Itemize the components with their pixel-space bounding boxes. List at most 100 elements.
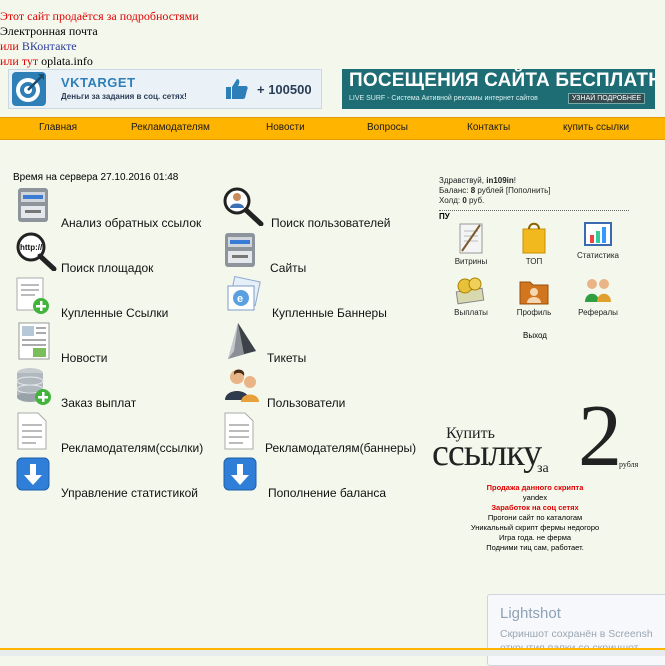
menu-users[interactable]: Пользователи: [222, 366, 422, 410]
menu-label: Пользователи: [267, 396, 346, 410]
menu-label: Поиск площадок: [61, 261, 154, 275]
menu-sites[interactable]: Сайты: [222, 231, 422, 275]
target-icon: [12, 72, 46, 106]
menu-label: Анализ обратных ссылок: [61, 216, 202, 230]
lightshot-message: Скриншот сохранён в Screensh: [500, 628, 653, 640]
nav-home[interactable]: Главная: [39, 122, 77, 133]
menu-label: Рекламодателям(ссылки): [61, 441, 204, 455]
menu-user-search[interactable]: Поиск пользователей: [222, 186, 422, 230]
livesurf-title: ПОСЕЩЕНИЯ САЙТА БЕСПЛАТНО: [349, 70, 655, 91]
vk-line: или ВКонтакте: [0, 39, 77, 54]
promo-line[interactable]: Подними тиц сам, работает.: [465, 543, 605, 553]
vktarget-banner[interactable]: VKTARGET Деньги за задания в соц. сетях!…: [8, 69, 322, 109]
shopping-bag-icon: [522, 222, 546, 254]
menu-backlink-analysis[interactable]: Анализ обратных ссылок: [15, 186, 215, 230]
pu-statistics[interactable]: Статистика: [573, 221, 623, 271]
pu-label: ТОП: [525, 257, 543, 266]
panel-divider: [439, 210, 629, 211]
menu-label: Рекламодателям(баннеры): [265, 441, 417, 455]
livesurf-banner[interactable]: ПОСЕЩЕНИЯ САЙТА БЕСПЛАТНО LIVE SURF - Си…: [342, 69, 655, 109]
menu-site-search[interactable]: http:// Поиск площадок: [15, 231, 215, 275]
oplata-link[interactable]: oplata.info: [41, 54, 93, 68]
panel-section-label: ПУ: [439, 212, 450, 221]
sale-link[interactable]: Этот сайт продаётся за подробностями: [0, 9, 199, 24]
pu-label: Витрины: [454, 257, 488, 266]
promo-line[interactable]: Уникальный скрипт фермы недогоро: [465, 523, 605, 533]
pu-referrals[interactable]: Рефералы: [573, 276, 623, 326]
user-panel: Здравствуй, in109in! Баланс: 8 рублей [П…: [439, 176, 629, 206]
database-add-icon: [16, 368, 51, 405]
ticket-icon: [228, 323, 256, 359]
menu-advertisers-banners[interactable]: Рекламодателям(баннеры): [222, 411, 422, 455]
svg-text:http://: http://: [20, 243, 43, 252]
logo-two-text: 2: [578, 388, 622, 485]
thumbs-up-icon: [226, 79, 248, 99]
oplata-line: или тут oplata.info: [0, 54, 93, 69]
vktarget-count: + 100500: [257, 82, 312, 97]
menu-label: Тикеты: [267, 351, 307, 365]
menu-label: Поиск пользователей: [271, 216, 391, 230]
http-search-icon: http://: [16, 232, 57, 271]
pu-label: Выплаты: [454, 308, 488, 317]
menu-label: Управление статистикой: [61, 486, 198, 500]
greeting-end: !: [513, 176, 517, 185]
logout-link[interactable]: Выход: [523, 331, 547, 340]
sale-script-link[interactable]: Продажа данного скрипта: [465, 483, 605, 493]
vktarget-tagline: Деньги за задания в соц. сетях!: [61, 92, 187, 101]
notepad-icon: [459, 223, 483, 254]
vktarget-brand: VKTARGET: [61, 75, 136, 90]
menu-bought-banners[interactable]: e Купленные Баннеры: [222, 276, 422, 320]
menu-payout-orders[interactable]: Заказ выплат: [15, 366, 215, 410]
logo-rub-text: рубля: [619, 460, 639, 469]
menu-advertisers-links[interactable]: Рекламодателям(ссылки): [15, 411, 215, 455]
pu-showcases[interactable]: Витрины: [446, 221, 496, 271]
promo-lines: Продажа данного скрипта yandex Заработок…: [465, 483, 605, 553]
logo-link-text: ссылку: [432, 432, 542, 474]
nav-contacts[interactable]: Контакты: [467, 122, 510, 133]
menu-label: Купленные Баннеры: [272, 306, 387, 320]
newspaper-icon: [18, 322, 50, 360]
topup-link[interactable]: [Пополнить]: [506, 186, 551, 195]
earn-social-link[interactable]: Заработок на соц сетях: [465, 503, 605, 513]
pu-top[interactable]: ТОП: [509, 221, 559, 271]
menu-tickets[interactable]: Тикеты: [222, 321, 422, 365]
menu-bought-links[interactable]: Купленные Ссылки: [15, 276, 215, 320]
download-icon: [223, 457, 257, 491]
nav-news[interactable]: Новости: [266, 122, 305, 133]
nav-questions[interactable]: Вопросы: [367, 122, 408, 133]
nav-advertisers[interactable]: Рекламодателям: [131, 122, 210, 133]
bottom-strip: [0, 648, 665, 656]
username: in109in: [486, 176, 514, 185]
promo-logo[interactable]: Купить ссылку за 2 рубля: [432, 393, 647, 485]
promo-line[interactable]: Прогони сайт по каталогам: [465, 513, 605, 523]
folder-user-icon: [519, 281, 549, 305]
or-text: или: [0, 39, 19, 53]
pu-label: Профиль: [516, 308, 552, 317]
yandex-link[interactable]: yandex: [465, 493, 605, 503]
lightshot-title: Lightshot: [500, 605, 561, 622]
menu-label: Сайты: [270, 261, 307, 275]
hold-unit: руб.: [466, 196, 485, 205]
document-icon: [224, 412, 254, 450]
email-link[interactable]: Электронная почта: [0, 24, 98, 39]
pu-profile[interactable]: Профиль: [509, 276, 559, 326]
livesurf-subtitle: LIVE SURF - Система Активной рекламы инт…: [349, 95, 538, 102]
greeting-text: Здравствуй,: [439, 176, 487, 185]
pu-label: Рефералы: [578, 308, 618, 317]
money-icon: [455, 277, 485, 305]
document-icon: [17, 412, 47, 450]
menu-news[interactable]: Новости: [15, 321, 215, 365]
balance-label: Баланс:: [439, 186, 471, 195]
menu-balance-topup[interactable]: Пополнение баланса: [222, 456, 422, 500]
livesurf-more-button[interactable]: УЗНАЙ ПОДРОБНЕЕ: [568, 93, 646, 104]
users-icon: [225, 369, 259, 402]
balance-unit: рублей: [475, 186, 506, 195]
nav-buy-links[interactable]: купить ссылки: [563, 122, 629, 133]
promo-line[interactable]: Игра года. не ферма: [465, 533, 605, 543]
server-time: Время на сервера 27.10.2016 01:48: [13, 172, 179, 183]
greeting-line: Здравствуй, in109in!: [439, 176, 629, 186]
pu-payouts[interactable]: Выплаты: [446, 276, 496, 326]
menu-stats-management[interactable]: Управление статистикой: [15, 456, 215, 500]
vk-link[interactable]: ВКонтакте: [22, 39, 77, 53]
menu-label: Купленные Ссылки: [61, 306, 169, 320]
